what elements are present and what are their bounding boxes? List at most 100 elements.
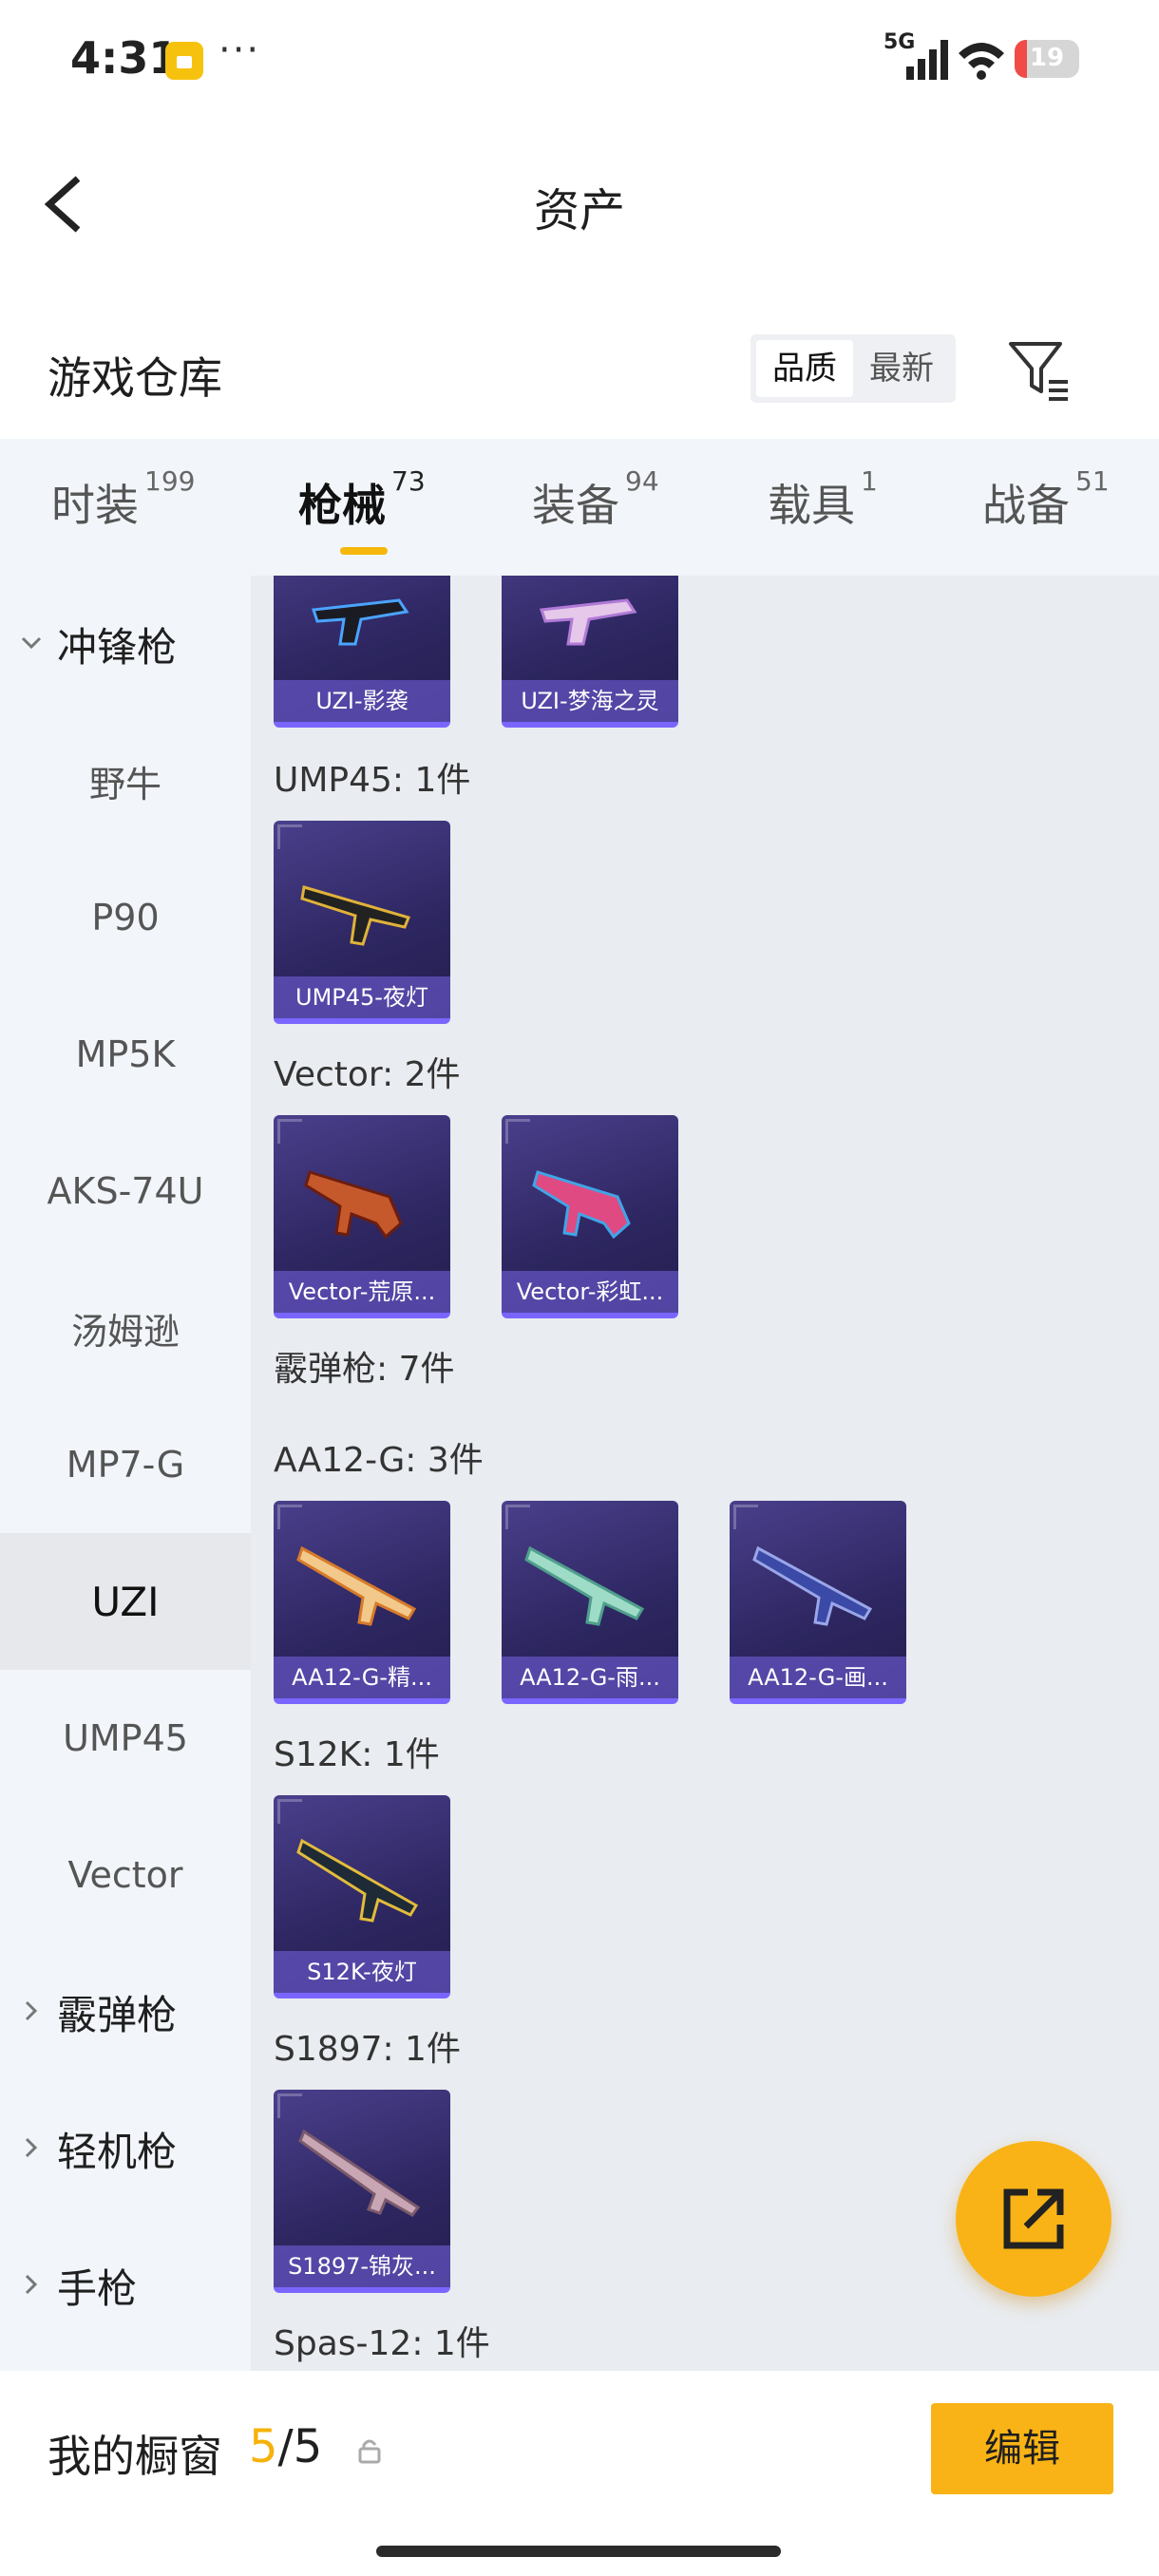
- gun-image-icon: [296, 1545, 417, 1626]
- top-nav: 资产: [0, 123, 1159, 285]
- weapon-card[interactable]: UMP45-夜灯: [274, 821, 450, 1024]
- group-title: Vector: 2件: [274, 1055, 461, 1094]
- sidebar-item-smg[interactable]: 冲锋枪: [0, 576, 251, 712]
- gun-image-icon: [296, 1838, 419, 1923]
- showcase-total: 5: [293, 2420, 323, 2473]
- battery-level: 19: [1029, 44, 1065, 72]
- battery-icon: 19: [1015, 40, 1079, 78]
- chevron-right-icon: [25, 2274, 38, 2295]
- wifi-icon: [959, 43, 1004, 80]
- sidebar-item-pistol[interactable]: 手枪: [0, 2217, 251, 2354]
- showcase-current: 5: [249, 2420, 278, 2473]
- sidebar-item-thompson[interactable]: 汤姆逊: [0, 1260, 251, 1396]
- sort-quality-button[interactable]: 品质: [756, 340, 853, 397]
- sort-toggle: 品质 最新: [750, 334, 956, 403]
- tab-fashion[interactable]: 时装 199: [51, 465, 195, 534]
- external-link-icon: [1003, 2188, 1064, 2249]
- gun-image-icon: [298, 2129, 421, 2217]
- chevron-right-icon: [25, 2000, 38, 2021]
- tab-equipment[interactable]: 装备 94: [532, 465, 659, 534]
- sidebar-item-ump45[interactable]: UMP45: [0, 1670, 251, 1807]
- weapon-card[interactable]: UZI-影袭: [274, 576, 450, 728]
- showcase-label: 我的橱窗: [48, 2431, 222, 2482]
- weapon-card-name: AA12-G-雨...: [502, 1657, 678, 1698]
- section-header: 游戏仓库 品质 最新: [0, 313, 1159, 427]
- section-title: 游戏仓库: [48, 352, 222, 404]
- tab-supplies[interactable]: 战备 51: [982, 465, 1110, 534]
- lock-icon: [358, 2439, 381, 2464]
- gun-image-icon: [304, 1170, 403, 1240]
- edit-button[interactable]: 编辑: [931, 2403, 1113, 2494]
- sidebar-item-aks74u[interactable]: AKS-74U: [0, 1123, 251, 1260]
- tab-label: 战备: [982, 480, 1070, 531]
- weapon-card-name: AA12-G-精...: [274, 1657, 450, 1698]
- weapon-sidebar: 冲锋枪 野牛 P90 MP5K AKS-74U 汤姆逊 MP7-G UZI UM…: [0, 576, 251, 2371]
- tab-vehicles[interactable]: 载具 1: [768, 465, 878, 534]
- weapon-card[interactable]: UZI-梦海之灵: [502, 576, 678, 728]
- group-title: S1897: 1件: [274, 2030, 461, 2069]
- gun-image-icon: [524, 1545, 645, 1626]
- sidebar-item-lmg[interactable]: 轻机枪: [0, 2080, 251, 2217]
- tab-count: 199: [144, 465, 196, 497]
- weapon-card[interactable]: AA12-G-画...: [730, 1501, 906, 1704]
- category-tabs: 时装 199 枪械 73 装备 94 载具 1 战备 51: [0, 439, 1159, 576]
- gun-image-icon: [300, 885, 411, 946]
- tab-count: 73: [391, 465, 426, 497]
- status-bar: 4:31 ··· 5G 19: [0, 0, 1159, 123]
- page-title: 资产: [533, 184, 625, 237]
- weapon-card-name: AA12-G-画...: [730, 1657, 906, 1698]
- weapon-card-name: Vector-荒原...: [274, 1271, 450, 1313]
- sidebar-item-mp7g[interactable]: MP7-G: [0, 1396, 251, 1533]
- showcase-separator: /: [277, 2420, 294, 2473]
- chevron-down-icon: [21, 636, 42, 650]
- tab-guns[interactable]: 枪械 73: [298, 465, 426, 555]
- sidebar-item-label: 霰弹枪: [57, 1991, 178, 2038]
- tab-label: 时装: [51, 480, 139, 531]
- share-fab-button[interactable]: [956, 2141, 1112, 2297]
- active-tab-indicator: [340, 547, 388, 555]
- weapon-card-name: S1897-锦灰...: [274, 2245, 450, 2287]
- status-more: ···: [218, 28, 261, 72]
- weapon-card[interactable]: Vector-彩虹...: [502, 1115, 678, 1318]
- gun-image-icon: [532, 1170, 631, 1240]
- showcase-bar: 我的橱窗 5/5 编辑: [0, 2371, 1159, 2576]
- tab-count: 94: [625, 465, 659, 497]
- weapon-list: UZI-影袭 UZI-梦海之灵 UMP45: 1件 UMP45-夜灯 Vecto…: [251, 576, 1159, 2371]
- weapon-card[interactable]: Vector-荒原...: [274, 1115, 450, 1318]
- weapon-card-name: UZI-影袭: [274, 680, 450, 722]
- sidebar-item-label: 手枪: [57, 2264, 138, 2312]
- tab-label: 装备: [532, 480, 619, 531]
- gun-image-icon: [752, 1545, 873, 1626]
- weapon-card-name: UMP45-夜灯: [274, 976, 450, 1018]
- sort-newest-button[interactable]: 最新: [853, 340, 950, 397]
- status-time: 4:31: [70, 32, 180, 84]
- tab-label: 枪械: [298, 480, 386, 531]
- gun-image-icon: [311, 598, 409, 646]
- group-title: UMP45: 1件: [274, 761, 471, 800]
- group-title: S12K: 1件: [274, 1735, 440, 1774]
- gun-image-icon: [539, 598, 637, 646]
- sidebar-item-vector[interactable]: Vector: [0, 1807, 251, 1943]
- chevron-right-icon: [25, 2137, 38, 2158]
- group-title: 霰弹枪: 7件: [274, 1350, 455, 1389]
- sidebar-item-mp5k[interactable]: MP5K: [0, 986, 251, 1123]
- sidebar-item-label: 冲锋枪: [57, 623, 178, 671]
- tab-label: 载具: [768, 480, 855, 531]
- home-indicator[interactable]: [376, 2546, 781, 2557]
- sidebar-item-uzi[interactable]: UZI: [0, 1533, 251, 1670]
- weapon-card-name: Vector-彩虹...: [502, 1271, 678, 1313]
- weapon-card-name: S12K-夜灯: [274, 1951, 450, 1993]
- weapon-card[interactable]: AA12-G-雨...: [502, 1501, 678, 1704]
- tab-count: 1: [861, 465, 878, 497]
- sidebar-item-bizon[interactable]: 野牛: [0, 712, 251, 849]
- filter-icon[interactable]: [1007, 338, 1072, 405]
- group-title: Spas-12: 1件: [274, 2324, 490, 2363]
- weapon-card[interactable]: S12K-夜灯: [274, 1795, 450, 1998]
- app-lock-icon: [165, 42, 203, 80]
- group-title: AA12-G: 3件: [274, 1441, 484, 1480]
- sidebar-item-shotgun[interactable]: 霰弹枪: [0, 1943, 251, 2080]
- tab-count: 51: [1075, 465, 1110, 497]
- weapon-card[interactable]: AA12-G-精...: [274, 1501, 450, 1704]
- sidebar-item-p90[interactable]: P90: [0, 849, 251, 986]
- weapon-card[interactable]: S1897-锦灰...: [274, 2090, 450, 2293]
